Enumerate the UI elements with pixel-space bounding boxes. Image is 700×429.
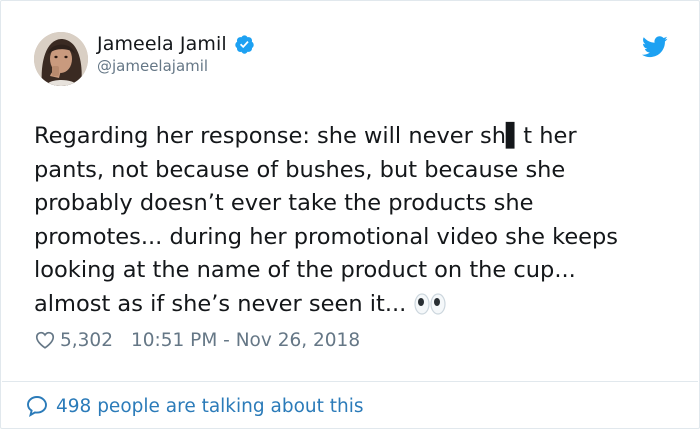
user-handle[interactable]: @jameelajamil bbox=[97, 57, 255, 75]
comment-bubble-icon bbox=[27, 396, 47, 417]
divider bbox=[2, 381, 698, 382]
author-block: Jameela Jamil @jameelajamil bbox=[97, 33, 255, 75]
timestamp[interactable]: 10:51 PM - Nov 26, 2018 bbox=[131, 330, 360, 351]
like-count[interactable]: 5,302 bbox=[60, 330, 113, 351]
tweet-text: Regarding her response: she will never s… bbox=[34, 120, 684, 321]
tweet-card: Jameela Jamil @jameelajamil Regarding he… bbox=[0, 0, 700, 429]
tweet-body: Regarding her response: she will never s… bbox=[34, 123, 619, 317]
heart-icon[interactable] bbox=[34, 329, 56, 351]
talking-label: 498 people are talking about this bbox=[56, 395, 364, 417]
tweet-meta: 5,302 10:51 PM - Nov 26, 2018 bbox=[34, 329, 360, 351]
talking-link[interactable]: 498 people are talking about this bbox=[25, 394, 364, 418]
twitter-bird-icon[interactable] bbox=[642, 36, 668, 58]
name-row: Jameela Jamil bbox=[97, 33, 255, 55]
verified-badge-icon bbox=[235, 34, 254, 54]
display-name[interactable]: Jameela Jamil bbox=[97, 33, 227, 55]
avatar-image bbox=[34, 32, 88, 86]
avatar[interactable] bbox=[34, 32, 88, 86]
eyes-emoji bbox=[414, 292, 446, 315]
